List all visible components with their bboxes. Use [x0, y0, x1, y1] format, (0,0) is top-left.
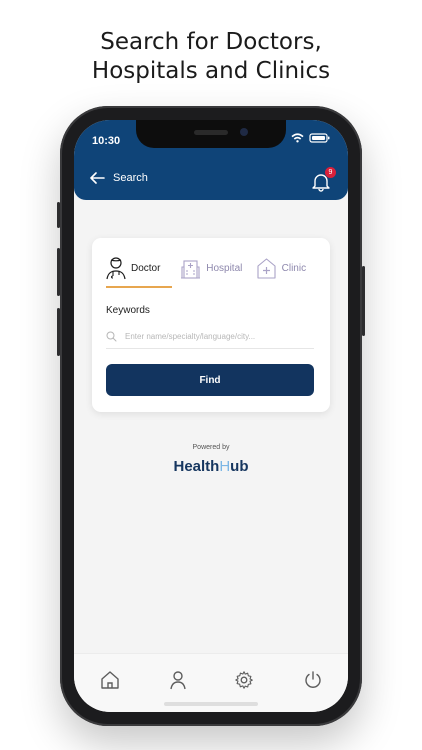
- bottom-navigation: [74, 653, 348, 712]
- header-title: Search: [113, 172, 148, 184]
- phone-frame: 10:30 Search 9 Doctor Hospital Clinic Ke…: [57, 106, 365, 726]
- battery-icon: [309, 133, 330, 143]
- notification-badge: 9: [325, 167, 336, 178]
- front-camera: [240, 128, 248, 136]
- clinic-icon: [257, 258, 276, 279]
- app-screen: 10:30 Search 9 Doctor Hospital Clinic Ke…: [74, 120, 348, 712]
- tab-clinic[interactable]: Clinic: [256, 252, 320, 284]
- gear-icon[interactable]: [234, 670, 254, 690]
- search-icon: [106, 331, 117, 341]
- wifi-icon: [291, 133, 304, 143]
- headline-line-1: Search for Doctors,: [100, 29, 322, 55]
- hospital-icon: [181, 260, 201, 279]
- powered-by-label: Powered by: [192, 444, 230, 451]
- tab-hospital-label: Hospital: [206, 262, 243, 274]
- tab-clinic-label: Clinic: [281, 262, 307, 274]
- keywords-input[interactable]: [123, 330, 307, 342]
- nav-profile-button[interactable]: [168, 670, 188, 690]
- tab-doctor[interactable]: Doctor: [106, 252, 173, 288]
- tab-doctor-label: Doctor: [131, 262, 161, 274]
- app-header: 10:30 Search 9: [74, 120, 348, 200]
- keywords-search-field[interactable]: [106, 324, 314, 349]
- phone-volume-down-button: [57, 308, 60, 356]
- phone-notch: [136, 120, 286, 148]
- notifications-button[interactable]: 9: [312, 167, 336, 192]
- keywords-label: Keywords: [106, 305, 150, 316]
- nav-settings-button[interactable]: [234, 670, 254, 690]
- tab-hospital[interactable]: Hospital: [180, 252, 255, 284]
- home-indicator: [164, 702, 258, 706]
- user-icon[interactable]: [168, 670, 188, 690]
- status-time: 10:30: [92, 135, 121, 147]
- find-button[interactable]: Find: [106, 364, 314, 396]
- healthhub-logo: HealthHub: [173, 458, 249, 475]
- nav-power-button[interactable]: [303, 670, 323, 690]
- nav-home-button[interactable]: [100, 670, 120, 690]
- headline-line-2: Hospitals and Clinics: [91, 58, 331, 84]
- doctor-icon: [106, 257, 126, 280]
- screenshot-headline: Search for Doctors, Hospitals and Clinic…: [0, 28, 422, 86]
- phone-silent-switch: [57, 202, 60, 228]
- power-icon[interactable]: [303, 670, 323, 690]
- earpiece-speaker: [194, 130, 228, 135]
- back-to-search[interactable]: Search: [90, 172, 148, 184]
- search-type-tabs: Doctor Hospital Clinic: [106, 252, 320, 288]
- home-icon[interactable]: [100, 670, 120, 690]
- phone-power-button: [362, 266, 365, 336]
- status-icons: [291, 133, 330, 143]
- back-arrow-icon[interactable]: [90, 172, 105, 184]
- phone-volume-up-button: [57, 248, 60, 296]
- search-card: Doctor Hospital Clinic Keywords Enter na…: [92, 238, 330, 412]
